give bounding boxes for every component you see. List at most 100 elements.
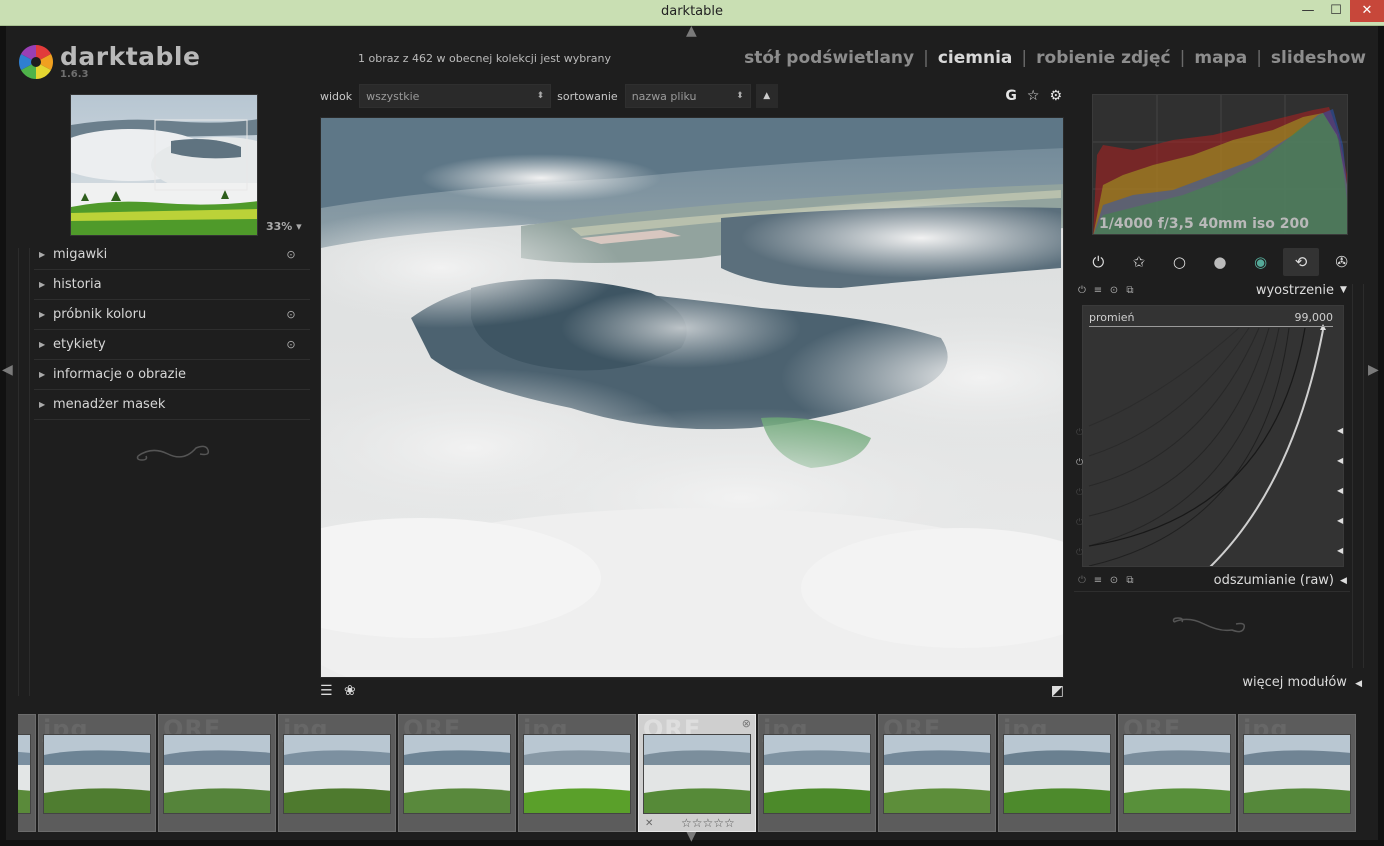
filmstrip[interactable]: ORFjpgORFjpgORFjpgORF⊗✕☆☆☆☆☆jpgORFjpgORF…	[18, 714, 1368, 834]
module-presets-icon[interactable]: ≡	[1090, 575, 1106, 586]
module-power-icon[interactable]: ⏻	[1074, 285, 1090, 296]
thumbnail-image	[403, 734, 511, 814]
overexposure-toggle-icon[interactable]: ◩	[1051, 683, 1064, 699]
view-filter-value: wszystkie	[366, 89, 420, 103]
collapsed-module-arrow-icon[interactable]: ◀	[1337, 426, 1343, 435]
filmstrip-thumbnail[interactable]: ORF	[398, 714, 516, 832]
maximize-button[interactable]: ☐	[1322, 0, 1350, 22]
filmstrip-thumbnail[interactable]: ORF	[1118, 714, 1236, 832]
module-power-icon[interactable]: ⏻	[1074, 575, 1090, 586]
filmstrip-thumbnail[interactable]: jpg	[998, 714, 1116, 832]
navigation-preview[interactable]	[70, 94, 258, 236]
filmstrip-thumbnail[interactable]: jpg	[758, 714, 876, 832]
view-separator: |	[1021, 48, 1028, 68]
thumbnail-image	[1003, 734, 1111, 814]
filmstrip-thumbnail[interactable]: jpg	[278, 714, 396, 832]
filmstrip-thumbnail[interactable]: jpg	[518, 714, 636, 832]
left-module-5[interactable]: ▶ menadżer masek	[34, 390, 310, 420]
expand-arrow-icon: ▶	[39, 340, 46, 349]
filmstrip-thumbnail[interactable]: ORF	[158, 714, 276, 832]
more-modules-arrow-icon: ◀	[1355, 679, 1362, 689]
center-bottom-bar: ☰ ❀ ◩	[320, 682, 1064, 704]
filmstrip-thumbnail[interactable]: ORF ⊗ ✕ ☆☆☆☆☆	[638, 714, 756, 832]
view-5-link[interactable]: slideshow	[1271, 48, 1366, 68]
view-4-link[interactable]: mapa	[1194, 48, 1247, 68]
group-power-icon[interactable]: ⏻	[1080, 248, 1116, 276]
combo-updown-icon: ⬍	[536, 91, 545, 101]
star-rating[interactable]: ☆☆☆☆☆	[681, 816, 735, 830]
view-filter-combo[interactable]: wszystkie ⬍	[359, 84, 552, 108]
close-button[interactable]: ✕	[1350, 0, 1384, 22]
group-circle-icon[interactable]: ○	[1161, 248, 1197, 276]
window-title: darktable	[660, 4, 724, 19]
grouping-button[interactable]: G	[1005, 88, 1017, 104]
filmstrip-thumbnail[interactable]: jpg	[1238, 714, 1356, 832]
module-reset-icon[interactable]: ⊙	[1106, 575, 1122, 586]
overlays-star-icon[interactable]: ☆	[1027, 88, 1040, 104]
view-separator: |	[1256, 48, 1262, 68]
more-modules-button[interactable]: więcej modułów ◀	[1242, 675, 1362, 690]
group-color-icon[interactable]: ◉	[1243, 248, 1279, 276]
filmstrip-thumbnail[interactable]: jpg	[38, 714, 156, 832]
darkroom-image[interactable]	[320, 117, 1064, 678]
group-sphere-icon[interactable]: ●	[1202, 248, 1238, 276]
module-duplicate-icon[interactable]: ⧉	[1122, 575, 1138, 586]
combo-updown-icon: ⬍	[736, 91, 744, 101]
quick-presets-menu-icon[interactable]: ☰	[320, 683, 333, 699]
ghost-power-icon: ⏻	[1076, 488, 1084, 498]
reject-icon[interactable]: ✕	[645, 818, 653, 829]
group-effect-icon[interactable]: ✇	[1324, 248, 1360, 276]
ghost-power-icon: ⏻	[1076, 458, 1084, 468]
module-title: odszumianie (raw)	[1213, 573, 1334, 588]
thumbnail-image	[883, 734, 991, 814]
landscape-photo	[321, 118, 1063, 677]
left-module-1[interactable]: ▶ historia	[34, 270, 310, 300]
view-1-link[interactable]: stół podświetlany	[744, 48, 914, 68]
thumbnail-remove-icon[interactable]: ⊗	[742, 717, 751, 730]
module-reset-icon[interactable]: ⊙	[272, 338, 310, 351]
top-panel-collapse-icon[interactable]: ▲	[686, 23, 697, 39]
left-module-0[interactable]: ▶ migawki ⊙	[34, 240, 310, 270]
view-switcher: stół podświetlany | ciemnia | robienie zdjęć…	[744, 48, 1366, 68]
filmstrip-thumbnail[interactable]: ORF	[878, 714, 996, 832]
group-star-icon[interactable]: ✩	[1121, 248, 1157, 276]
expand-arrow-icon: ▶	[39, 280, 46, 289]
module-label: migawki	[53, 247, 108, 262]
expand-arrow-icon: ▶	[39, 310, 46, 319]
module-label: informacje o obrazie	[53, 367, 187, 382]
module-header-sharpen[interactable]: ⏻ ≡ ⊙ ⧉ wyostrzenie ▼	[1074, 279, 1350, 301]
collapsed-module-arrow-icon[interactable]: ◀	[1337, 516, 1343, 525]
app-logo: darktable 1.6.3	[18, 44, 200, 80]
module-reset-icon[interactable]: ⊙	[272, 248, 310, 261]
view-2-link[interactable]: ciemnia	[938, 48, 1013, 68]
left-panel-collapse-icon[interactable]: ◀	[2, 362, 13, 378]
left-module-2[interactable]: ▶ próbnik koloru ⊙	[34, 300, 310, 330]
ghost-power-icon: ⏻	[1076, 428, 1084, 438]
module-duplicate-icon[interactable]: ⧉	[1122, 285, 1138, 296]
collapsed-module-arrow-icon[interactable]: ◀	[1337, 546, 1343, 555]
quick-styles-icon[interactable]: ❀	[344, 683, 356, 699]
module-reset-icon[interactable]: ⊙	[272, 308, 310, 321]
collapsed-module-arrow-icon[interactable]: ◀	[1337, 486, 1343, 495]
histogram[interactable]: 1/4000 f/3,5 40mm iso 200	[1092, 94, 1348, 235]
right-panel-scrollbar[interactable]	[1352, 284, 1364, 668]
preferences-gear-icon[interactable]: ⚙	[1049, 88, 1062, 104]
group-correct-icon[interactable]: ⟲	[1283, 248, 1320, 276]
zoom-level-combo[interactable]: 33% ▾	[266, 220, 302, 233]
view-3-link[interactable]: robienie zdjęć	[1036, 48, 1170, 68]
filmstrip-thumbnail[interactable]: ORF	[18, 714, 36, 832]
collapsed-module-arrow-icon[interactable]: ◀	[1337, 456, 1343, 465]
left-module-4[interactable]: ▶ informacje o obrazie	[34, 360, 310, 390]
sort-combo[interactable]: nazwa pliku ⬍	[624, 84, 751, 108]
minimize-button[interactable]: —	[1294, 0, 1322, 22]
module-presets-icon[interactable]: ≡	[1090, 285, 1106, 296]
module-reset-icon[interactable]: ⊙	[1106, 285, 1122, 296]
module-title: wyostrzenie	[1255, 282, 1334, 298]
sharpen-radius-slider[interactable]: promień 99,000	[1082, 305, 1344, 567]
module-header-denoise-raw[interactable]: ⏻ ≡ ⊙ ⧉ odszumianie (raw) ◀	[1074, 570, 1350, 592]
left-module-3[interactable]: ▶ etykiety ⊙	[34, 330, 310, 360]
right-panel-collapse-icon[interactable]: ▶	[1368, 362, 1379, 378]
left-panel-scrollbar[interactable]	[18, 248, 30, 696]
zoom-dropdown-icon: ▾	[292, 220, 302, 233]
sort-direction-button[interactable]: ▲	[755, 84, 778, 108]
